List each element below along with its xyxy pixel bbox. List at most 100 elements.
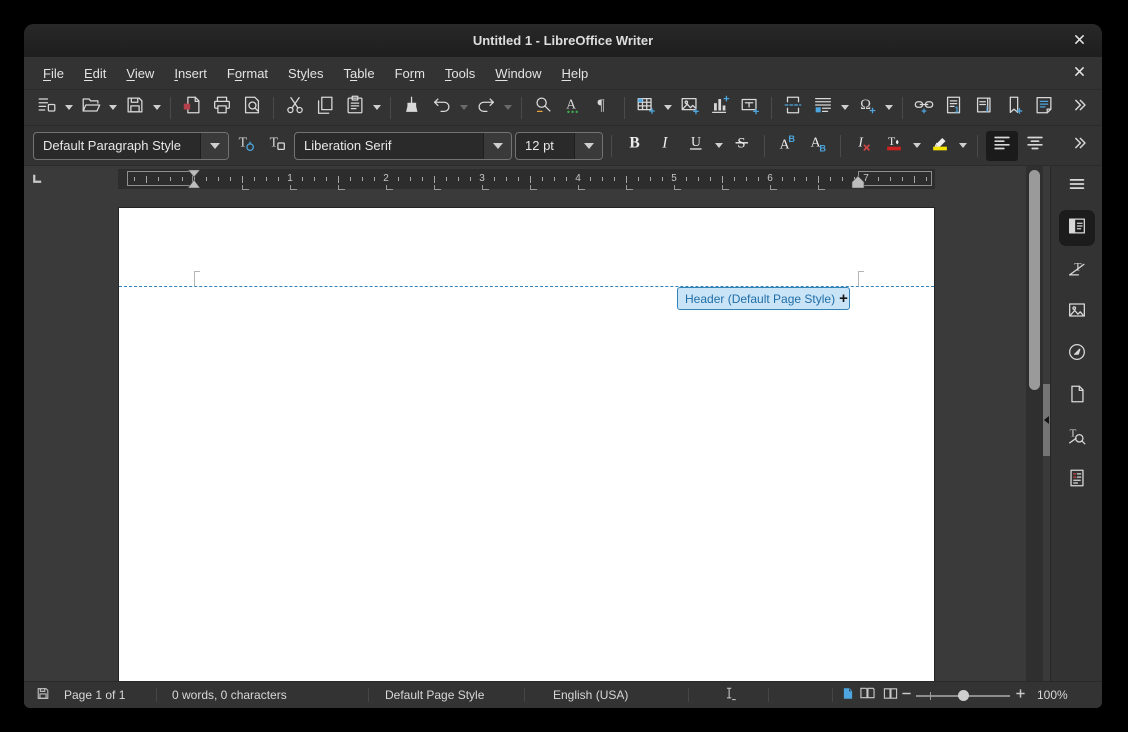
font-size-combo-dropdown-button[interactable] — [574, 132, 602, 159]
sidebar-tab-styles[interactable]: T — [1059, 252, 1095, 288]
font-name-combo[interactable]: Liberation Serif — [294, 131, 512, 160]
check-spelling-button[interactable]: A — [559, 94, 587, 122]
single-page-view-button[interactable] — [842, 686, 854, 705]
menu-tools[interactable]: Tools — [435, 66, 485, 81]
paragraph-style-combo-dropdown-button[interactable] — [200, 132, 228, 159]
status-word-count[interactable]: 0 words, 0 characters — [172, 688, 287, 702]
sidebar-tab-style-inspector[interactable]: T — [1059, 420, 1095, 456]
multi-page-view-button[interactable] — [858, 686, 876, 704]
menu-help[interactable]: Help — [552, 66, 599, 81]
save-button[interactable] — [121, 94, 149, 122]
redo-dropdown-arrow[interactable] — [502, 94, 514, 122]
insert-bookmark-button[interactable] — [1000, 94, 1028, 122]
open-file-dropdown-arrow[interactable] — [107, 94, 119, 122]
toggle-formatting-marks-button[interactable]: ¶ — [589, 94, 617, 122]
undo-button[interactable] — [428, 94, 456, 122]
save-dropdown-arrow[interactable] — [151, 94, 163, 122]
paste-button[interactable] — [341, 94, 369, 122]
insert-table-button[interactable] — [632, 94, 660, 122]
align-center-button[interactable] — [1021, 132, 1049, 160]
menu-file[interactable]: File — [33, 66, 74, 81]
document-modified-indicator[interactable] — [36, 687, 50, 704]
insert-page-break-button[interactable] — [779, 94, 807, 122]
insert-special-character-button[interactable]: Ω — [853, 94, 881, 122]
highlighting-color-button[interactable] — [926, 132, 954, 160]
clone-formatting-button[interactable] — [398, 94, 426, 122]
left-indent-marker[interactable] — [187, 169, 201, 194]
window-close-button[interactable] — [1071, 33, 1087, 49]
cut-button[interactable] — [281, 94, 309, 122]
zoom-percent[interactable]: 100% — [1037, 688, 1068, 702]
font-name-combo-dropdown-button[interactable] — [483, 132, 511, 159]
zoom-slider-thumb[interactable] — [958, 690, 969, 701]
document-page[interactable]: Header (Default Page Style) + — [118, 207, 935, 681]
zoom-out-button[interactable] — [901, 688, 912, 702]
status-language[interactable]: English (USA) — [553, 688, 628, 702]
toolbar-overflow-button[interactable] — [1065, 132, 1093, 160]
insert-comment-button[interactable] — [1030, 94, 1058, 122]
header-plus-button[interactable]: + — [835, 291, 848, 306]
underline-dropdown-arrow[interactable] — [713, 132, 725, 160]
header-indicator[interactable]: Header (Default Page Style) + — [677, 287, 850, 310]
new-document-button[interactable] — [33, 94, 61, 122]
subscript-button[interactable]: AB — [804, 132, 832, 160]
insert-footnote-button[interactable]: 1 — [940, 94, 968, 122]
undo-dropdown-arrow[interactable] — [458, 94, 470, 122]
selection-mode-indicator[interactable] — [723, 686, 737, 704]
tab-stop-type-selector[interactable] — [31, 172, 44, 190]
horizontal-ruler[interactable]: 1234567 — [118, 169, 935, 190]
insert-table-dropdown-arrow[interactable] — [662, 94, 674, 122]
strikethrough-button[interactable]: S — [728, 132, 756, 160]
insert-hyperlink-button[interactable] — [910, 94, 938, 122]
zoom-in-button[interactable] — [1015, 688, 1026, 702]
sidebar-tab-page[interactable] — [1059, 378, 1095, 414]
redo-button[interactable] — [472, 94, 500, 122]
menu-edit[interactable]: Edit — [74, 66, 116, 81]
insert-special-character-dropdown-arrow[interactable] — [883, 94, 895, 122]
sidebar-tab-navigator[interactable] — [1059, 336, 1095, 372]
clear-direct-formatting-button[interactable]: I — [849, 132, 877, 160]
font-size-combo[interactable]: 12 pt — [515, 131, 603, 160]
insert-field-button[interactable] — [809, 94, 837, 122]
close-document-button[interactable] — [1071, 65, 1087, 81]
new-document-dropdown-arrow[interactable] — [63, 94, 75, 122]
paste-dropdown-arrow[interactable] — [371, 94, 383, 122]
right-indent-marker[interactable] — [851, 169, 865, 194]
sidebar-tab-accessibility-check[interactable] — [1059, 462, 1095, 498]
menu-window[interactable]: Window — [485, 66, 551, 81]
menu-view[interactable]: View — [116, 66, 164, 81]
find-and-replace-button[interactable] — [529, 94, 557, 122]
status-page-count[interactable]: Page 1 of 1 — [64, 688, 125, 702]
font-color-dropdown-arrow[interactable] — [911, 132, 923, 160]
status-page-style[interactable]: Default Page Style — [385, 688, 484, 702]
new-style-from-selection-button[interactable]: T — [263, 132, 291, 160]
insert-text-box-button[interactable] — [736, 94, 764, 122]
superscript-button[interactable]: AB — [773, 132, 801, 160]
insert-chart-button[interactable] — [706, 94, 734, 122]
vertical-scrollbar-thumb[interactable] — [1029, 170, 1040, 390]
toggle-print-preview-button[interactable] — [238, 94, 266, 122]
sidebar-settings[interactable] — [1059, 168, 1095, 204]
align-left-button[interactable] — [986, 130, 1018, 161]
menu-table[interactable]: Table — [333, 66, 384, 81]
sidebar-tab-gallery[interactable] — [1059, 294, 1095, 330]
menu-insert[interactable]: Insert — [164, 66, 217, 81]
menu-form[interactable]: Form — [385, 66, 435, 81]
highlighting-color-dropdown-arrow[interactable] — [957, 132, 969, 160]
insert-image-button[interactable] — [676, 94, 704, 122]
print-button[interactable] — [208, 94, 236, 122]
update-selected-style-button[interactable]: T — [232, 132, 260, 160]
italic-button[interactable]: I — [651, 132, 679, 160]
paragraph-style-combo[interactable]: Default Paragraph Style — [33, 131, 229, 160]
insert-field-dropdown-arrow[interactable] — [839, 94, 851, 122]
export-as-pdf-button[interactable] — [178, 94, 206, 122]
underline-button[interactable]: U — [682, 132, 710, 160]
vertical-scrollbar[interactable] — [1026, 166, 1043, 681]
insert-endnote-button[interactable]: i — [970, 94, 998, 122]
toolbar-overflow-button[interactable] — [1065, 94, 1093, 122]
open-file-button[interactable] — [77, 94, 105, 122]
menu-format[interactable]: Format — [217, 66, 278, 81]
copy-button[interactable] — [311, 94, 339, 122]
bold-button[interactable]: B — [620, 132, 648, 160]
font-color-button[interactable]: T — [880, 132, 908, 160]
